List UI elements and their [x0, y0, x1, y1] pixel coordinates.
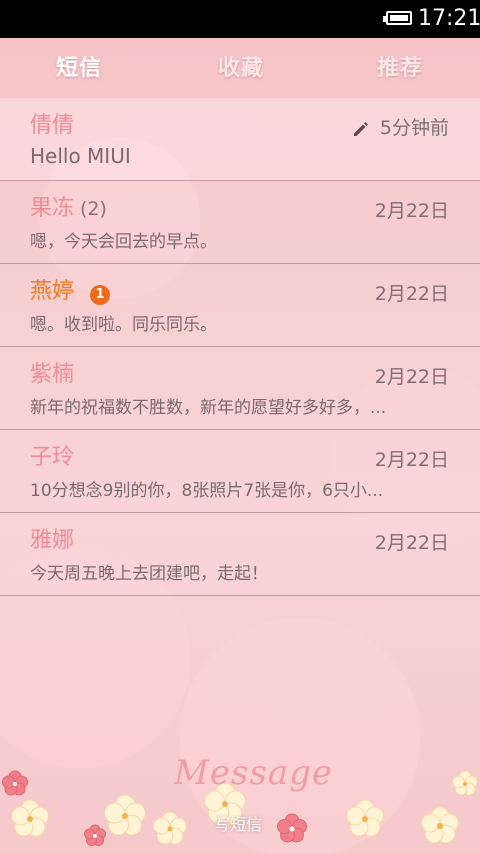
message-preview: 新年的祝福数不胜数，新年的愿望好多好多，... [30, 398, 387, 418]
status-time: 17:21 [418, 6, 480, 31]
message-preview: 今天周五晚上去团建吧，走起！ [30, 564, 268, 584]
unread-badge: 1 [90, 285, 110, 305]
contact-name: 紫楠 [30, 362, 75, 387]
message-date: 2月22日 [374, 532, 449, 554]
conversation-row[interactable]: 燕婷 1 2月22日 嗯。收到啦。同乐同乐。 [0, 264, 480, 347]
conversation-list: 倩倩 5分钟前 Hello MIUI 果冻 (2) 2月22日 嗯，今天会回去的早… [0, 98, 480, 596]
message-date: 2月22日 [374, 200, 449, 222]
contact-name: 果冻 (2) [30, 195, 107, 223]
message-date: 5分钟前 [379, 117, 449, 139]
message-date: 2月22日 [374, 283, 449, 305]
conversation-row[interactable]: 倩倩 5分钟前 Hello MIUI [0, 98, 480, 181]
footer-title: Message [174, 753, 333, 793]
footer: Message 写短信 [0, 744, 480, 854]
message-count: (2) [80, 198, 107, 220]
tab-messages[interactable]: 短信 [56, 54, 102, 84]
contact-name: 子玲 [30, 445, 75, 470]
contact-name-text: 果冻 [30, 196, 75, 221]
message-date: 2月22日 [374, 366, 449, 388]
conversation-row[interactable]: 子玲 2月22日 10分想念9别的你，8张照片7张是你，6只小... [0, 430, 480, 513]
tab-recommended[interactable]: 推荐 [377, 54, 423, 84]
status-bar: 17:21 [0, 0, 480, 38]
messages-app: 短信 收藏 推荐 倩倩 5分钟前 Hello MIUI 果冻 (2) 2月22日 … [0, 38, 480, 854]
compose-button[interactable]: 写短信 [214, 811, 262, 835]
battery-icon [383, 11, 412, 25]
contact-name: 倩倩 [30, 113, 75, 138]
message-date: 2月22日 [374, 449, 449, 471]
pencil-icon [354, 122, 368, 136]
contact-name: 雅娜 [30, 528, 75, 553]
message-preview: Hello MIUI [30, 144, 131, 168]
message-preview: 嗯，今天会回去的早点。 [30, 232, 217, 252]
message-preview: 10分想念9别的你，8张照片7张是你，6只小... [30, 481, 384, 501]
conversation-row[interactable]: 紫楠 2月22日 新年的祝福数不胜数，新年的愿望好多好多，... [0, 347, 480, 430]
message-preview: 嗯。收到啦。同乐同乐。 [30, 315, 217, 335]
tab-bar: 短信 收藏 推荐 [0, 38, 480, 98]
conversation-row[interactable]: 果冻 (2) 2月22日 嗯，今天会回去的早点。 [0, 181, 480, 264]
conversation-row[interactable]: 雅娜 2月22日 今天周五晚上去团建吧，走起！ [0, 513, 480, 596]
tab-favorites[interactable]: 收藏 [218, 54, 264, 84]
contact-name: 燕婷 [30, 279, 75, 304]
